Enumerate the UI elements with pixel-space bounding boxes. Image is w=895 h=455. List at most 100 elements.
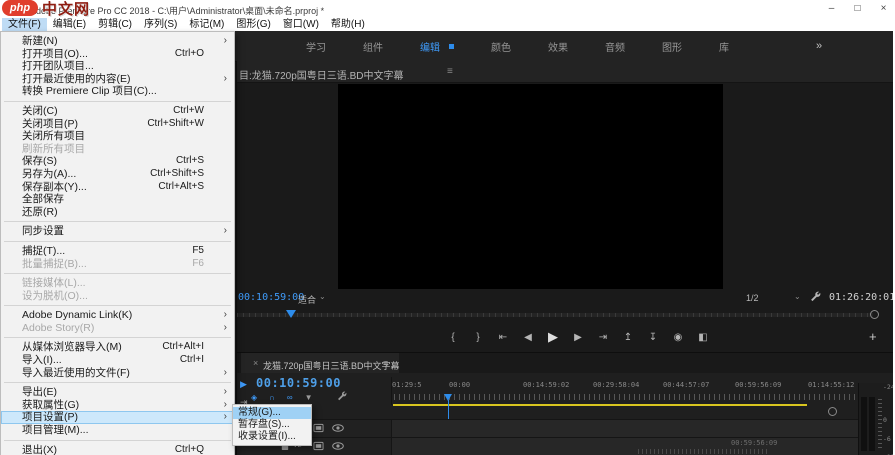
workspace-tab[interactable]: 颜色 xyxy=(491,39,511,54)
submenu-arrow-icon: › xyxy=(223,366,227,378)
panel-menu-icon[interactable]: ≡ xyxy=(383,358,388,368)
step-back-button[interactable]: ◀ xyxy=(522,332,534,343)
shortcut-text: Ctrl+I xyxy=(179,354,204,366)
nest-toggle-icon[interactable]: ◈ xyxy=(251,393,257,402)
file-menu-item[interactable]: 保存副本(Y)... Ctrl+Alt+S xyxy=(1,181,234,194)
file-menu-item[interactable]: 导入最近使用的文件(F) › xyxy=(1,366,234,383)
shortcut-text: Ctrl+Shift+S xyxy=(150,167,204,179)
maximize-button[interactable]: □ xyxy=(852,0,863,18)
program-scrubber[interactable] xyxy=(237,307,889,323)
submenu-item-ingest-settings[interactable]: 收录设置(I)... xyxy=(233,431,311,443)
file-menu-item[interactable]: 打开团队项目... xyxy=(1,60,234,73)
file-menu-item[interactable]: 新建(N) › xyxy=(1,35,234,48)
php-logo-pill: php xyxy=(2,0,38,16)
audio-meter-bar-right xyxy=(869,397,875,451)
file-menu-item[interactable]: 项目管理(M)... xyxy=(1,424,234,441)
file-menu-item[interactable]: Adobe Dynamic Link(K) › xyxy=(1,309,234,322)
menu-help[interactable]: 帮助(H) xyxy=(325,18,371,31)
chevron-down-icon[interactable]: ⌄ xyxy=(794,292,801,301)
file-menu-item[interactable]: 从媒体浏览器导入(M) Ctrl+Alt+I xyxy=(1,341,234,354)
file-menu-item[interactable]: 关闭(C) Ctrl+W xyxy=(1,105,234,118)
file-menu-item-project-settings[interactable]: 项目设置(P) › xyxy=(1,411,234,425)
mark-in-button[interactable]: { xyxy=(447,332,459,343)
comparison-view-button[interactable]: ◧ xyxy=(697,332,709,343)
workspace-tab[interactable]: 学习 xyxy=(306,39,326,54)
timeline-scroll-handle[interactable] xyxy=(828,407,837,416)
mark-out-button[interactable]: } xyxy=(472,332,484,343)
extract-button[interactable]: ↧ xyxy=(647,332,659,343)
file-menu-item[interactable]: 全部保存 xyxy=(1,193,234,206)
sequence-tab[interactable]: × 龙猫.720p国粤日三语.BD中文字幕 ≡ xyxy=(241,353,400,373)
selection-tool blue[interactable]: ▶ xyxy=(240,379,247,390)
workspace-tab[interactable]: 库 xyxy=(719,39,729,54)
file-menu-item[interactable]: 设为脱机(O)... xyxy=(1,290,234,306)
menubar: 文件(F) 编辑(E) 剪辑(C) 序列(S) 标记(M) 图形(G) 窗口(W) 帮助(H) xyxy=(0,18,895,31)
go-to-out-button[interactable]: ⇥ xyxy=(597,332,609,343)
linked-selection-icon[interactable]: ∞ xyxy=(287,393,293,402)
file-menu-item[interactable]: 打开项目(O)... Ctrl+O xyxy=(1,48,234,61)
workspace-tab[interactable]: 图形 xyxy=(662,39,682,54)
playback-resolution-select[interactable]: 1/2 xyxy=(746,293,759,303)
play-button[interactable]: ▶ xyxy=(547,329,559,345)
track-sync-lock-icon[interactable] xyxy=(313,423,324,433)
workspace-tab[interactable]: 组件 xyxy=(363,39,383,54)
file-menu-item[interactable]: Adobe Story(R) › xyxy=(1,322,234,338)
file-menu-item[interactable]: 关闭所有项目 xyxy=(1,130,234,143)
zoom-level-select[interactable]: 适合 xyxy=(298,293,316,306)
scrubber-playhead[interactable] xyxy=(286,310,296,323)
file-menu-item[interactable]: 退出(X) Ctrl+Q xyxy=(1,444,234,455)
export-frame-button[interactable]: ◉ xyxy=(672,332,684,343)
add-marker-icon[interactable]: ▼ xyxy=(305,393,313,402)
file-menu-item[interactable]: 获取属性(G) › xyxy=(1,399,234,412)
menu-sequence[interactable]: 序列(S) xyxy=(138,18,183,31)
go-to-in-button[interactable]: ⇤ xyxy=(497,332,509,343)
panel-menu-icon[interactable]: ≡ xyxy=(447,66,453,77)
track-sync-lock-icon[interactable] xyxy=(313,441,324,451)
step-forward-button[interactable]: ▶ xyxy=(572,332,584,343)
file-menu-item[interactable]: 批量捕捉(B)... F6 xyxy=(1,258,234,274)
close-icon[interactable]: × xyxy=(253,358,258,368)
menu-edit[interactable]: 编辑(E) xyxy=(47,18,92,31)
file-menu-item[interactable]: 同步设置 › xyxy=(1,225,234,242)
timeline-ruler[interactable]: 00:00 00:14:59:02 00:29:58:04 00:44:57:07 00… xyxy=(391,377,858,405)
close-button[interactable]: × xyxy=(878,0,889,18)
workspace-overflow-chevron[interactable]: » xyxy=(816,40,822,52)
file-menu-item[interactable]: 转换 Premiere Clip 项目(C)... xyxy=(1,85,234,102)
file-menu-item[interactable]: 导出(E) › xyxy=(1,386,234,399)
ruler-tick-label: 00:44:57:07 xyxy=(663,381,710,389)
button-editor-plus-button[interactable]: + xyxy=(869,329,877,344)
program-current-timecode[interactable]: 00:10:59:00 xyxy=(238,292,304,303)
track-output-eye-icon[interactable] xyxy=(332,442,344,450)
premiere-window: 学习 组件 编辑 颜色 效果 音频 图形 库 » 目:龙猫.720p国粤日三语.BD中文字幕 … xyxy=(0,0,895,455)
chevron-down-icon[interactable]: ⌄ xyxy=(319,292,326,301)
lift-button[interactable]: ↥ xyxy=(622,332,634,343)
scrubber-zoom-handle[interactable] xyxy=(870,310,879,319)
file-menu-item[interactable]: 链接媒体(L)... xyxy=(1,277,234,290)
timeline-current-timecode[interactable]: 00:10:59:00 xyxy=(256,376,341,390)
menu-file[interactable]: 文件(F) xyxy=(2,18,47,31)
file-menu-item[interactable]: 打开最近使用的内容(E) › xyxy=(1,73,234,86)
timeline-settings-wrench-icon[interactable] xyxy=(337,391,348,402)
track-output-eye-icon[interactable] xyxy=(332,424,344,432)
workspace-tab[interactable]: 音频 xyxy=(605,39,625,54)
track-row[interactable] xyxy=(237,419,858,437)
submenu-item-general[interactable]: 常规(G)... xyxy=(233,407,311,419)
file-menu-item[interactable]: 捕捉(T)... F5 xyxy=(1,245,234,258)
file-menu-item[interactable]: 另存为(A)... Ctrl+Shift+S xyxy=(1,168,234,181)
mini-ruler-ticks xyxy=(638,449,768,454)
workspace-tab[interactable]: 效果 xyxy=(548,39,568,54)
minimize-button[interactable]: – xyxy=(826,0,837,18)
file-menu-item[interactable]: 保存(S) Ctrl+S xyxy=(1,155,234,168)
menu-clip[interactable]: 剪辑(C) xyxy=(92,18,138,31)
menu-markers[interactable]: 标记(M) xyxy=(183,18,230,31)
menu-graphics[interactable]: 图形(G) xyxy=(230,18,276,31)
workspace-tab[interactable]: 编辑 xyxy=(420,39,454,54)
monitor-settings-wrench-icon[interactable] xyxy=(810,291,822,303)
file-menu-item[interactable]: 导入(I)... Ctrl+I xyxy=(1,354,234,367)
menu-window[interactable]: 窗口(W) xyxy=(277,18,325,31)
submenu-item-scratch-disks[interactable]: 暂存盘(S)... xyxy=(233,419,311,431)
file-menu-item[interactable]: 还原(R) xyxy=(1,206,234,222)
snap-toggle-icon[interactable]: ∩ xyxy=(269,393,275,402)
file-menu-item[interactable]: 刷新所有项目 xyxy=(1,143,234,156)
file-menu-item[interactable]: 关闭项目(P) Ctrl+Shift+W xyxy=(1,118,234,131)
